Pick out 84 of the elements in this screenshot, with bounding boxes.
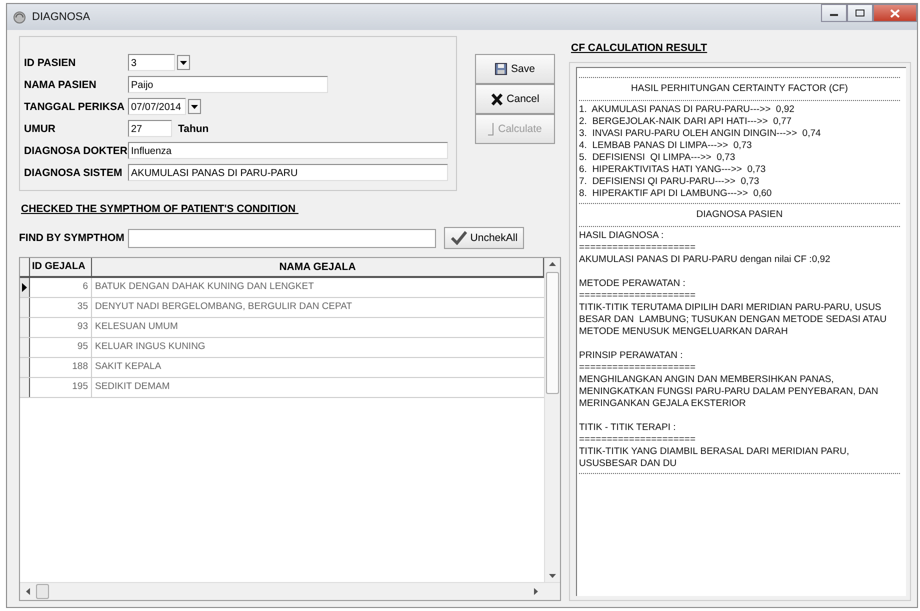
input-field[interactable]: Influenza <box>128 142 448 159</box>
result-line: TITIK-TITIK TERUTAMA DIPILIH DARI MERIDIAN PARU-PARU, USUS BESAR DAN LAMBUNG; TUSUKAN DENGAN METODE SEDASI ATAU METODE MENUSUK MENGELUARKAN DARAH <box>579 302 888 338</box>
caret-icon <box>191 104 198 108</box>
field-label: DIAGNOSA SISTEM <box>24 166 124 178</box>
action-button[interactable]: Cancel <box>475 84 555 114</box>
field-label: UMUR <box>24 122 56 134</box>
uncheck-all-button[interactable]: UnchekAll <box>444 227 524 249</box>
down-arrow-icon <box>549 574 556 578</box>
left-arrow-icon <box>26 588 30 595</box>
unit-label: Tahun <box>178 122 209 134</box>
result-line: ===================== <box>579 242 697 254</box>
result-line: HASIL DIAGNOSA : <box>579 230 665 242</box>
row-selector[interactable] <box>20 378 30 397</box>
row-selector[interactable] <box>20 298 30 317</box>
result-line: ===================== <box>579 362 697 374</box>
field-label: ID PASIEN <box>24 56 77 68</box>
field-label: DIAGNOSA DOKTER <box>24 144 128 156</box>
row-selector[interactable] <box>20 278 30 297</box>
dropdown-button[interactable] <box>188 99 201 114</box>
result-line: 3. INVASI PARU-PARU OLEH ANGIN DINGIN--->> 0,74 <box>579 128 822 140</box>
result-line: MENGHILANGKAN ANGIN DAN MEMBERSIHKAN PANAS, MENINGKATKAN FUNGSI PARU-PARU DALAM PENYEBARAN, DAN MERINGANKAN GEJALA EKSTERIOR <box>579 374 880 410</box>
field-label: FIND BY SYMPTHOM <box>19 232 124 244</box>
result-line: TITIK - TITIK TERAPI : <box>579 422 677 434</box>
result-line: METODE PERAWATAN : <box>579 278 686 290</box>
result-line: 4. LEMBAB PANAS DI LIMPA--->> 0,73 <box>579 140 753 152</box>
result-line: 7. DEFISIENSI QI PARU-PARU--->> 0,73 <box>579 176 760 188</box>
result-line: 5. DEFISIENSI QI LIMPA--->> 0,73 <box>579 152 736 164</box>
action-button[interactable]: Save <box>475 54 555 84</box>
caret-icon <box>180 60 187 64</box>
result-line: 2. BERGEJOLAK-NAIK DARI API HATI--->> 0,77 <box>579 116 793 128</box>
table-cell-text: KELUAR INGUS KUNING <box>94 340 206 354</box>
row-selector[interactable] <box>20 318 30 337</box>
close-icon <box>890 8 900 18</box>
window-title: DIAGNOSA <box>32 11 90 23</box>
field-label: TANGGAL PERIKSA <box>24 100 126 112</box>
result-heading: DIAGNOSA PASIEN <box>695 208 784 222</box>
input-field[interactable]: Paijo <box>128 76 328 93</box>
table-cell-text: SAKIT KEPALA <box>94 360 162 374</box>
scrollbar-thumb[interactable] <box>546 272 559 394</box>
table-cell-text: DENYUT NADI BERGELOMBANG, BERGULIR DAN CEPAT <box>94 300 354 314</box>
result-heading: HASIL PERHITUNGAN CERTAINTY FACTOR (CF) <box>630 82 849 96</box>
right-arrow-icon <box>534 588 538 595</box>
table-cell: 188 <box>30 358 92 377</box>
section-heading: CHECKED THE SYMPTHOM OF PATIENT'S CONDITION <box>21 203 297 215</box>
dropdown-field[interactable]: 07/07/2014 <box>128 98 186 115</box>
result-line: 8. HIPERAKTIF API DI LAMBUNG--->> 0,60 <box>579 188 773 200</box>
table-cell: 6 <box>30 278 92 297</box>
column-header[interactable]: ID GEJALA <box>30 258 92 276</box>
dropdown-button[interactable] <box>177 55 190 70</box>
section-heading: CF CALCULATION RESULT <box>571 42 708 54</box>
table-cell-text: BATUK DENGAN DAHAK KUNING DAN LENGKET <box>94 280 315 294</box>
result-line: PRINSIP PERAWATAN : <box>579 350 684 362</box>
table-cell: 95 <box>30 338 92 357</box>
result-line: ===================== <box>579 290 697 302</box>
row-selector[interactable] <box>20 358 30 377</box>
result-line: AKUMULASI PANAS DI PARU-PARU dengan nilai CF :0,92 <box>579 254 832 266</box>
bracket-icon <box>488 122 494 136</box>
maximize-button[interactable] <box>847 4 873 22</box>
table-cell: 93 <box>30 318 92 337</box>
minimize-button[interactable] <box>821 4 847 22</box>
row-selector[interactable] <box>20 338 30 357</box>
input-field[interactable]: AKUMULASI PANAS DI PARU-PARU <box>128 164 448 181</box>
table-cell: 35 <box>30 298 92 317</box>
cross-icon <box>490 92 503 106</box>
search-field[interactable] <box>128 228 436 248</box>
dropdown-field[interactable]: 3 <box>128 54 175 71</box>
close-button[interactable] <box>873 4 917 22</box>
table-cell: 195 <box>30 378 92 397</box>
horizontal-scrollbar[interactable] <box>20 582 560 600</box>
table-cell-text: SEDIKIT DEMAM <box>94 380 171 394</box>
input-field[interactable]: 27 <box>128 120 172 137</box>
table-cell-text: KELESUAN UMUM <box>94 320 179 334</box>
app-icon <box>13 10 26 24</box>
vertical-scrollbar[interactable] <box>544 258 560 582</box>
row-pointer-icon <box>22 283 27 292</box>
up-arrow-icon <box>549 262 556 266</box>
checkmark-icon <box>451 231 468 245</box>
result-line: 6. HIPERAKTIVITAS HATI YANG--->> 0,73 <box>579 164 767 176</box>
field-label: NAMA PASIEN <box>24 78 98 90</box>
result-line: ===================== <box>579 434 697 446</box>
maximize-icon <box>855 9 865 17</box>
result-line: 1. AKUMULASI PANAS DI PARU-PARU--->> 0,92 <box>579 104 796 116</box>
result-line: TITIK-TITIK YANG DIAMBIL BERASAL DARI MERIDIAN PARU, USUSBESAR DAN DU <box>579 446 850 470</box>
scrollbar-thumb[interactable] <box>36 584 49 599</box>
